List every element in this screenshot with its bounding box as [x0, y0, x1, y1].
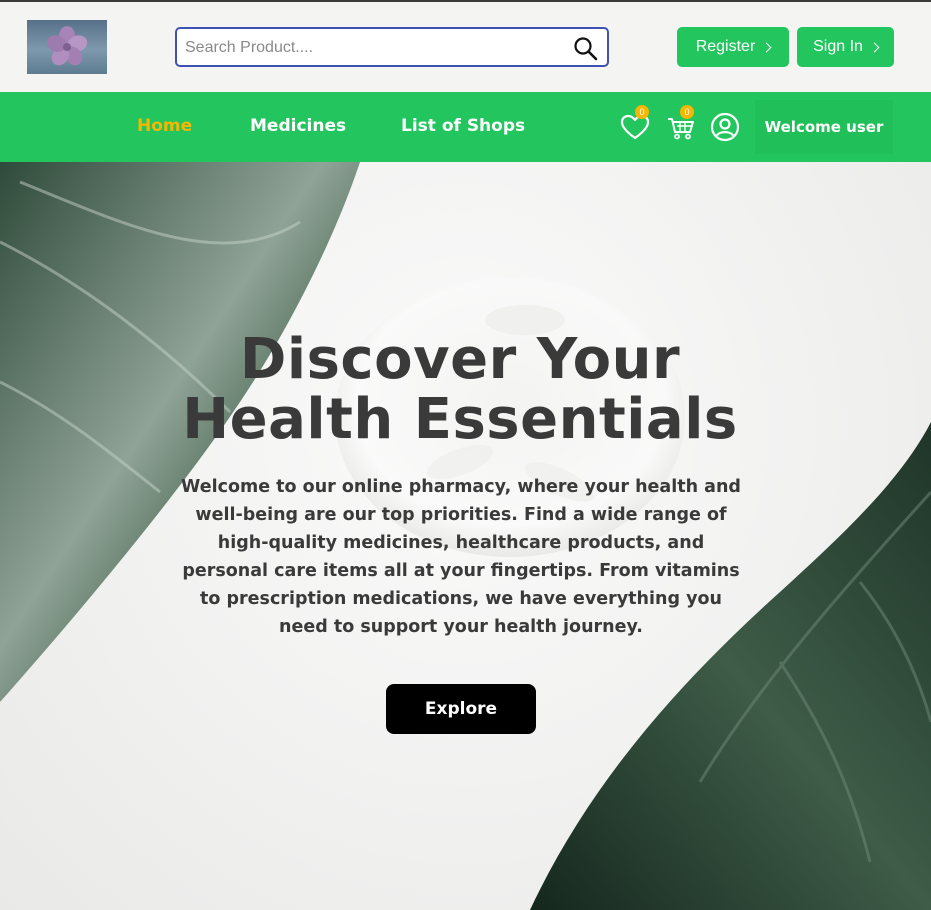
welcome-user-menu[interactable]: Welcome user	[755, 100, 893, 154]
hero-description: Welcome to our online pharmacy, where yo…	[181, 477, 741, 637]
wishlist-button[interactable]: 0	[619, 105, 651, 143]
sign-in-button[interactable]: Sign In	[797, 27, 894, 67]
search-bar	[175, 27, 609, 67]
wishlist-count-badge: 0	[635, 105, 649, 119]
flower-logo-icon	[46, 26, 88, 66]
hero-banner: Discover Your Health Essentials Welcome …	[0, 162, 931, 910]
nav-item-medicines[interactable]: Medicines	[250, 116, 346, 136]
chevron-right-icon	[869, 42, 880, 52]
account-button[interactable]	[709, 111, 741, 143]
search-icon[interactable]	[573, 36, 599, 62]
explore-button[interactable]: Explore	[386, 684, 536, 734]
nav-item-home[interactable]: Home	[137, 116, 192, 136]
site-header: Register Sign In	[0, 2, 931, 92]
main-nav: Home Medicines List of Shops 0 0 Welcome…	[0, 92, 931, 162]
sign-in-label: Sign In	[813, 38, 863, 55]
user-circle-icon	[710, 112, 740, 142]
cart-button[interactable]: 0	[665, 105, 697, 143]
site-logo[interactable]	[27, 20, 107, 74]
register-label: Register	[695, 38, 756, 55]
register-button[interactable]: Register	[677, 27, 789, 67]
cart-count-badge: 0	[680, 105, 694, 119]
chevron-right-icon	[761, 42, 772, 52]
search-input[interactable]	[185, 35, 565, 61]
hero-title: Discover Your Health Essentials	[140, 330, 780, 450]
nav-item-list-of-shops[interactable]: List of Shops	[401, 116, 525, 136]
hero-title-line-1: Discover Your	[239, 327, 681, 392]
hero-title-line-2: Health Essentials	[182, 387, 738, 452]
